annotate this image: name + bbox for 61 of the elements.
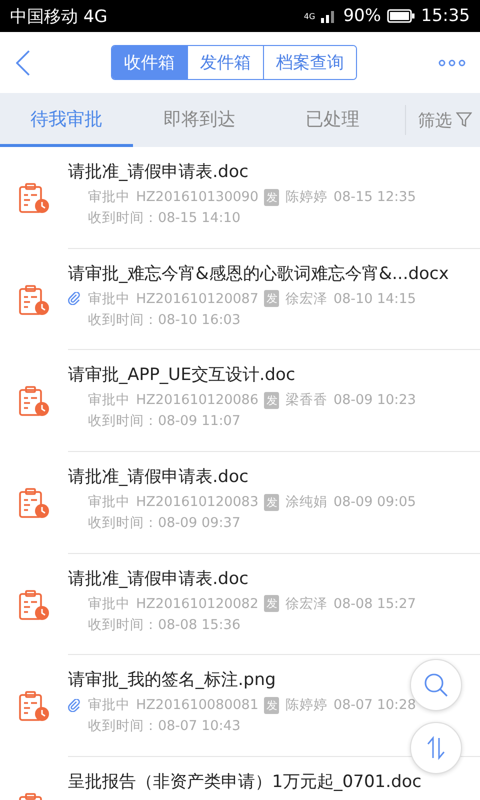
sort-arrows-icon: [425, 736, 447, 760]
sender-tag: 发: [264, 392, 280, 409]
sender-tag: 发: [264, 494, 280, 511]
sender-name: 梁香香: [285, 391, 328, 410]
document-code: HZ201610120082: [136, 596, 258, 612]
more-icon[interactable]: [438, 58, 466, 66]
sender-tag: 发: [264, 696, 280, 714]
document-code: HZ201610130090: [136, 189, 258, 205]
sort-button[interactable]: [410, 722, 462, 774]
document-title[interactable]: 请批准_请假申请表.doc: [68, 466, 480, 488]
sent-time: 08-09 10:23: [333, 392, 416, 408]
received-time: 收到时间：08-07 10:43: [87, 717, 242, 736]
document-title[interactable]: 请审批_难忘今宵&感恩的心歌词难忘今宵&...docx: [68, 262, 480, 285]
received-time: 收到时间：08-15 14:10: [87, 209, 242, 227]
clipboard-clock-icon: [18, 182, 50, 214]
document-code: HZ201610120083: [136, 494, 258, 510]
sent-time: 08-08 15:27: [333, 596, 416, 612]
received-time: 收到时间：08-09 09:37: [87, 514, 242, 532]
battery-icon: [387, 9, 415, 23]
document-title[interactable]: 请批准_请假申请表.doc: [68, 568, 480, 590]
sender-tag: 发: [264, 290, 280, 308]
back-icon[interactable]: [16, 50, 30, 76]
clipboard-clock-icon: [18, 385, 50, 418]
sender-tag: 发: [264, 188, 280, 206]
sent-time: 08-09 09:05: [333, 494, 416, 510]
received-time: 收到时间：08-10 16:03: [87, 310, 242, 329]
clipboard-clock-icon: [18, 284, 50, 316]
document-code: HZ201610080081: [136, 697, 258, 714]
document-title[interactable]: 请审批_我的签名_标注.png: [68, 669, 480, 692]
sender-name: 徐宏泽: [285, 290, 328, 308]
sender-name: 涂纯娟: [285, 493, 328, 512]
status-text: 审批中: [88, 188, 130, 206]
sender-name: 陈婷婷: [285, 188, 328, 206]
document-code: HZ201610120087: [136, 290, 258, 307]
document-title[interactable]: 呈批报告（非资产类申请）1万元起_0701.doc: [68, 771, 480, 794]
received-time: 收到时间：08-08 15:36: [87, 616, 242, 634]
document-title[interactable]: 请审批_APP_UE交互设计.doc: [68, 364, 480, 386]
sender-tag: 发: [264, 595, 280, 612]
status-text: 审批中: [88, 290, 130, 308]
clipboard-clock-icon: [18, 588, 50, 621]
status-text: 审批中: [88, 594, 130, 613]
status-text: 审批中: [88, 696, 130, 714]
clipboard-clock-icon: [18, 486, 50, 519]
status-text: 审批中: [88, 493, 130, 512]
clock-text: 15:35: [421, 6, 470, 26]
sender-name: 陈婷婷: [285, 696, 328, 714]
document-title[interactable]: 请批准_请假申请表.doc: [68, 161, 480, 183]
network-text: 4G: [304, 12, 316, 21]
status-text: 审批中: [88, 391, 130, 410]
sent-time: 08-07 10:28: [333, 697, 416, 714]
sent-time: 08-15 12:35: [333, 189, 416, 205]
received-time: 收到时间：08-09 11:07: [87, 412, 242, 430]
carrier-text: 中国移动 4G: [10, 6, 108, 28]
funnel-icon: [456, 112, 472, 128]
sent-time: 08-10 14:15: [333, 290, 416, 307]
sender-name: 徐宏泽: [285, 594, 328, 613]
document-code: HZ201610120086: [136, 392, 258, 408]
segment-tab[interactable]: 档案查询: [263, 46, 356, 79]
clipboard-clock-icon: [18, 690, 50, 722]
battery-percent: 90%: [343, 6, 381, 26]
search-icon: [423, 672, 449, 698]
